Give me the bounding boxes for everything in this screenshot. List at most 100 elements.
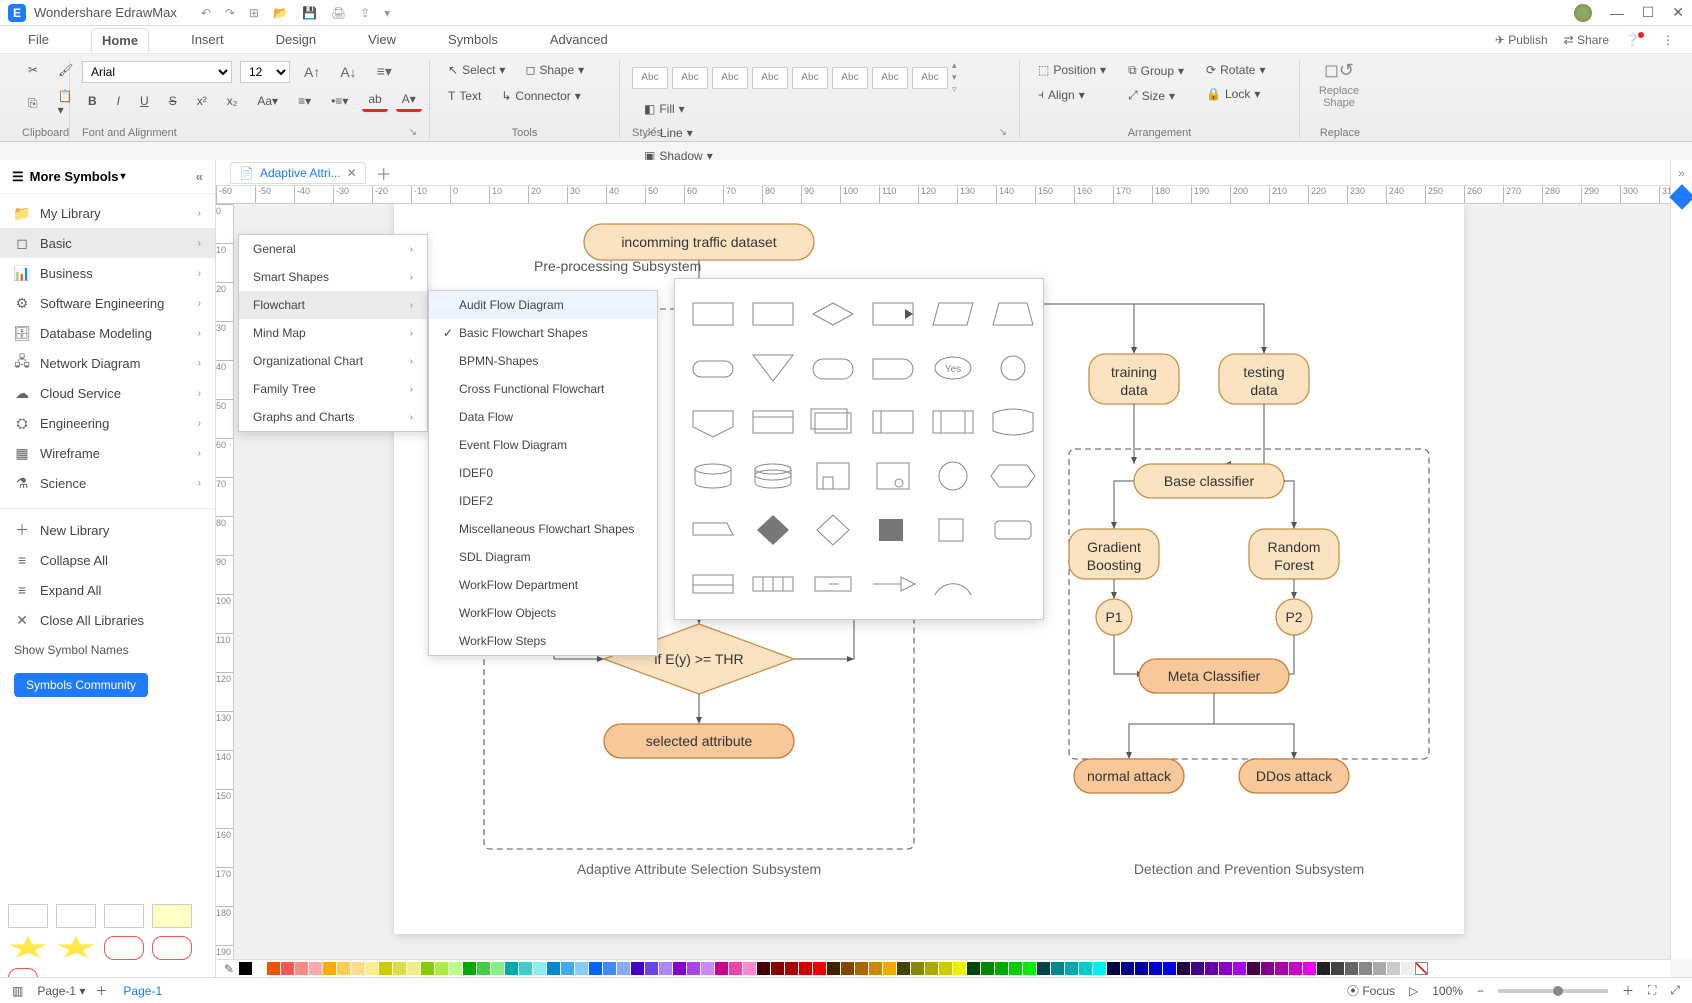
zoom-in-icon[interactable]: ＋	[1622, 982, 1634, 999]
open-icon[interactable]: 📂	[273, 6, 288, 20]
color-swatch[interactable]	[841, 962, 854, 975]
gallery-shape[interactable]	[689, 455, 737, 497]
position-button[interactable]: ⬚ Position▾	[1032, 60, 1112, 80]
color-swatch[interactable]	[1065, 962, 1078, 975]
color-swatch[interactable]	[379, 962, 392, 975]
gallery-shape[interactable]	[869, 401, 917, 443]
print-icon[interactable]: 🖨	[331, 6, 346, 20]
style-preset[interactable]: Abc	[752, 67, 788, 89]
gallery-shape[interactable]	[809, 293, 857, 335]
format-panel-icon[interactable]	[1669, 184, 1692, 209]
color-swatch[interactable]	[1037, 962, 1050, 975]
style-gallery-up-icon[interactable]: ▴	[952, 60, 957, 71]
color-swatch[interactable]	[253, 962, 266, 975]
submenu-item[interactable]: Smart Shapes›	[239, 263, 427, 291]
color-swatch[interactable]	[1009, 962, 1022, 975]
zoom-out-icon[interactable]: −	[1477, 984, 1484, 998]
color-swatch[interactable]	[701, 962, 714, 975]
gallery-shape[interactable]	[689, 347, 737, 389]
gallery-shape[interactable]: Yes	[929, 347, 977, 389]
color-swatch[interactable]	[729, 962, 742, 975]
gallery-shape[interactable]	[749, 401, 797, 443]
gallery-shape[interactable]	[809, 401, 857, 443]
color-swatch[interactable]	[1079, 962, 1092, 975]
shape-thumb[interactable]	[8, 968, 38, 977]
color-swatch[interactable]	[827, 962, 840, 975]
line-spacing-icon[interactable]: ≡▾	[292, 91, 317, 111]
color-swatch[interactable]	[1107, 962, 1120, 975]
color-swatch[interactable]	[1121, 962, 1134, 975]
color-swatch[interactable]	[561, 962, 574, 975]
align-button[interactable]: ⫞ Align▾	[1032, 84, 1112, 105]
bold-icon[interactable]: B	[82, 91, 103, 111]
gallery-shape[interactable]	[809, 563, 857, 605]
color-swatch[interactable]	[435, 962, 448, 975]
library-action[interactable]: ✕Close All Libraries	[0, 605, 215, 635]
flowchart-type-item[interactable]: WorkFlow Steps	[429, 627, 657, 655]
page-selector[interactable]: Page-1 ▾	[37, 984, 85, 998]
library-category[interactable]: ▦Wireframe›	[0, 438, 215, 468]
tab-view[interactable]: View	[358, 28, 406, 51]
color-swatch[interactable]	[519, 962, 532, 975]
color-swatch[interactable]	[323, 962, 336, 975]
color-swatch[interactable]	[393, 962, 406, 975]
help-icon[interactable]: ❔	[1625, 33, 1646, 47]
user-avatar[interactable]	[1574, 4, 1592, 22]
zoom-slider[interactable]	[1498, 989, 1608, 993]
color-swatch[interactable]	[1233, 962, 1246, 975]
font-color-icon[interactable]: A▾	[396, 89, 422, 112]
gallery-shape[interactable]	[809, 347, 857, 389]
tab-symbols[interactable]: Symbols	[438, 28, 508, 51]
color-swatch[interactable]	[463, 962, 476, 975]
color-swatch[interactable]	[743, 962, 756, 975]
color-swatch[interactable]	[505, 962, 518, 975]
color-swatch[interactable]	[281, 962, 294, 975]
library-category[interactable]: 🖧Network Diagram›	[0, 348, 215, 378]
gallery-shape[interactable]	[929, 455, 977, 497]
library-category[interactable]: ⛭Engineering›	[0, 408, 215, 438]
color-swatch[interactable]	[1177, 962, 1190, 975]
color-swatch[interactable]	[981, 962, 994, 975]
color-swatch[interactable]	[673, 962, 686, 975]
color-swatch[interactable]	[911, 962, 924, 975]
case-icon[interactable]: Aa▾	[251, 91, 284, 111]
color-swatch[interactable]	[757, 962, 770, 975]
bullets-icon[interactable]: •≡▾	[325, 91, 354, 111]
color-swatch[interactable]	[659, 962, 672, 975]
style-gallery-down-icon[interactable]: ▾	[952, 72, 957, 83]
color-swatch[interactable]	[603, 962, 616, 975]
rotate-button[interactable]: ⟳ Rotate▾	[1200, 60, 1271, 80]
text-tool[interactable]: T Text	[442, 86, 487, 106]
copy-icon[interactable]: ⎘	[22, 93, 44, 114]
shape-thumb[interactable]	[104, 904, 144, 928]
flowchart-type-item[interactable]: IDEF0	[429, 459, 657, 487]
color-swatch[interactable]	[337, 962, 350, 975]
color-swatch[interactable]	[1023, 962, 1036, 975]
color-swatch[interactable]	[295, 962, 308, 975]
font-dialog-launcher-icon[interactable]: ↘	[409, 127, 417, 139]
color-swatch[interactable]	[1205, 962, 1218, 975]
style-preset[interactable]: Abc	[792, 67, 828, 89]
tab-file[interactable]: File	[18, 28, 59, 51]
color-swatch[interactable]	[1401, 962, 1414, 975]
color-swatch[interactable]	[365, 962, 378, 975]
color-swatch[interactable]	[1331, 962, 1344, 975]
tab-home[interactable]: Home	[91, 28, 149, 52]
gallery-shape[interactable]	[689, 509, 737, 551]
color-swatch[interactable]	[883, 962, 896, 975]
color-swatch[interactable]	[407, 962, 420, 975]
color-swatch[interactable]	[1317, 962, 1330, 975]
font-grow-icon[interactable]: A↑	[298, 61, 326, 83]
flowchart-type-item[interactable]: Audit Flow Diagram	[429, 291, 657, 319]
gallery-shape[interactable]	[869, 347, 917, 389]
tab-insert[interactable]: Insert	[181, 28, 234, 51]
style-preset[interactable]: Abc	[672, 67, 708, 89]
shape-thumb[interactable]	[56, 904, 96, 928]
gallery-shape[interactable]	[869, 293, 917, 335]
color-swatch[interactable]	[869, 962, 882, 975]
color-swatch[interactable]	[631, 962, 644, 975]
gallery-shape[interactable]	[929, 401, 977, 443]
color-swatch[interactable]	[1387, 962, 1400, 975]
gallery-shape[interactable]	[929, 563, 977, 605]
gallery-shape[interactable]	[809, 509, 857, 551]
